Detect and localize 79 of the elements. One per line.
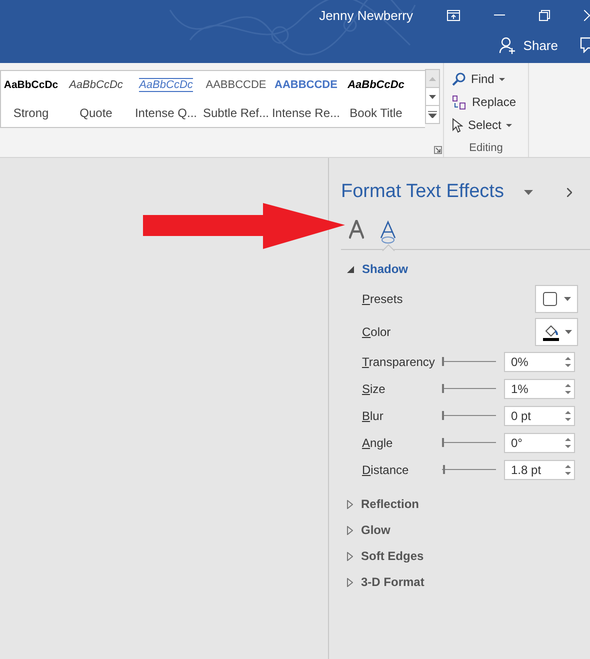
style-sample: AaBbCcDc — [69, 78, 123, 90]
section-header[interactable]: Shadow — [341, 256, 408, 282]
spin-field[interactable]: 0% — [504, 352, 575, 372]
style-name: Intense Re... — [272, 106, 340, 120]
style-name: Subtle Ref... — [202, 106, 270, 120]
caret-icon — [499, 78, 506, 80]
option-label: Color — [362, 324, 392, 338]
style-sample: AABBCCDE — [206, 78, 266, 90]
style-sample: AaBbCcDc — [348, 78, 404, 90]
collapsed-triangle-icon — [347, 578, 353, 586]
group-label: Editing — [469, 142, 503, 154]
option-label: Presets — [362, 292, 404, 306]
section-header[interactable]: 3-D Format — [341, 569, 424, 595]
spin-field[interactable]: 1% — [504, 378, 575, 398]
style-item[interactable]: AaBbCcDc Strong — [1, 71, 61, 127]
cursor-icon — [452, 118, 463, 132]
down-arrow-icon — [429, 94, 436, 98]
section-header[interactable]: Soft Edges — [341, 543, 424, 569]
collapsed-triangle-icon — [347, 526, 353, 534]
scroll-down-button[interactable] — [425, 87, 440, 106]
spin-arrows-icon[interactable] — [565, 410, 571, 420]
color-dropdown[interactable] — [535, 318, 578, 346]
spin-arrows-icon[interactable] — [565, 438, 571, 448]
style-item[interactable]: AaBbCcDc Intense Q... — [131, 71, 201, 127]
editing-button[interactable]: Find — [452, 69, 516, 89]
replace-icon — [452, 94, 467, 110]
presets-dropdown[interactable] — [535, 284, 578, 312]
caret-icon — [564, 330, 572, 334]
style-item[interactable]: AABBCCDE Subtle Ref... — [201, 71, 271, 127]
editing-button[interactable]: Select — [452, 115, 516, 135]
caret-icon — [506, 124, 512, 126]
spin-arrows-icon[interactable] — [565, 384, 571, 394]
editing-button[interactable]: Replace — [452, 92, 516, 112]
style-name: Quote — [80, 106, 112, 120]
style-item[interactable]: AaBbCcDc Book Title — [341, 71, 411, 127]
dialog-launcher-icon[interactable] — [434, 146, 442, 154]
style-sample: AaBbCcDc — [4, 78, 58, 90]
up-arrow-icon — [429, 76, 436, 80]
option-label: Blur — [362, 408, 384, 422]
expanded-triangle-icon — [347, 266, 354, 272]
option-label: Angle — [362, 436, 394, 450]
collapsed-triangle-icon — [347, 552, 353, 560]
user-name[interactable]: Jenny Newberry — [319, 8, 413, 22]
option-label: Size — [362, 382, 386, 396]
collapsed-triangle-icon — [347, 500, 353, 508]
more-icon — [428, 111, 437, 118]
style-item[interactable]: AABBCCDE Intense Re... — [271, 71, 341, 127]
person-add-icon — [499, 36, 516, 54]
text-effects-icon — [378, 220, 398, 244]
paint-bucket-icon — [542, 322, 560, 340]
spin-field[interactable]: 0° — [504, 432, 575, 452]
ribbon-display-icon[interactable] — [447, 10, 460, 20]
more-styles-button[interactable] — [425, 105, 440, 124]
spin-arrows-icon[interactable] — [565, 464, 571, 474]
style-name: Intense Q... — [134, 106, 198, 120]
section-header[interactable]: Reflection — [341, 491, 420, 517]
style-item[interactable]: AaBbCcDc Quote — [61, 71, 131, 127]
style-name: Book Title — [350, 106, 402, 120]
style-sample: AaBbCcDc — [139, 78, 193, 92]
comment-icon[interactable] — [580, 37, 590, 53]
search-icon — [452, 72, 466, 86]
text-fill-icon — [349, 220, 364, 239]
spin-arrows-icon[interactable] — [565, 356, 571, 366]
share-button[interactable]: Share — [499, 36, 558, 54]
style-sample: AABBCCDE — [274, 78, 338, 90]
restore-icon[interactable] — [539, 10, 550, 20]
caret-icon[interactable] — [524, 190, 533, 194]
option-label: Distance — [362, 462, 410, 476]
slider-thumb[interactable] — [443, 465, 446, 474]
option-label: Transparency — [362, 354, 436, 368]
close-icon[interactable] — [566, 188, 572, 196]
style-name: Strong — [13, 106, 49, 120]
section-header[interactable]: Glow — [341, 517, 390, 543]
minimize-icon[interactable] — [494, 14, 505, 16]
pane-title: Format Text Effects — [341, 181, 504, 203]
spin-field[interactable]: 1.8 pt — [504, 460, 575, 480]
spin-field[interactable]: 0 pt — [504, 406, 575, 426]
shadow-preset-icon — [542, 292, 556, 306]
caret-icon — [564, 296, 570, 300]
